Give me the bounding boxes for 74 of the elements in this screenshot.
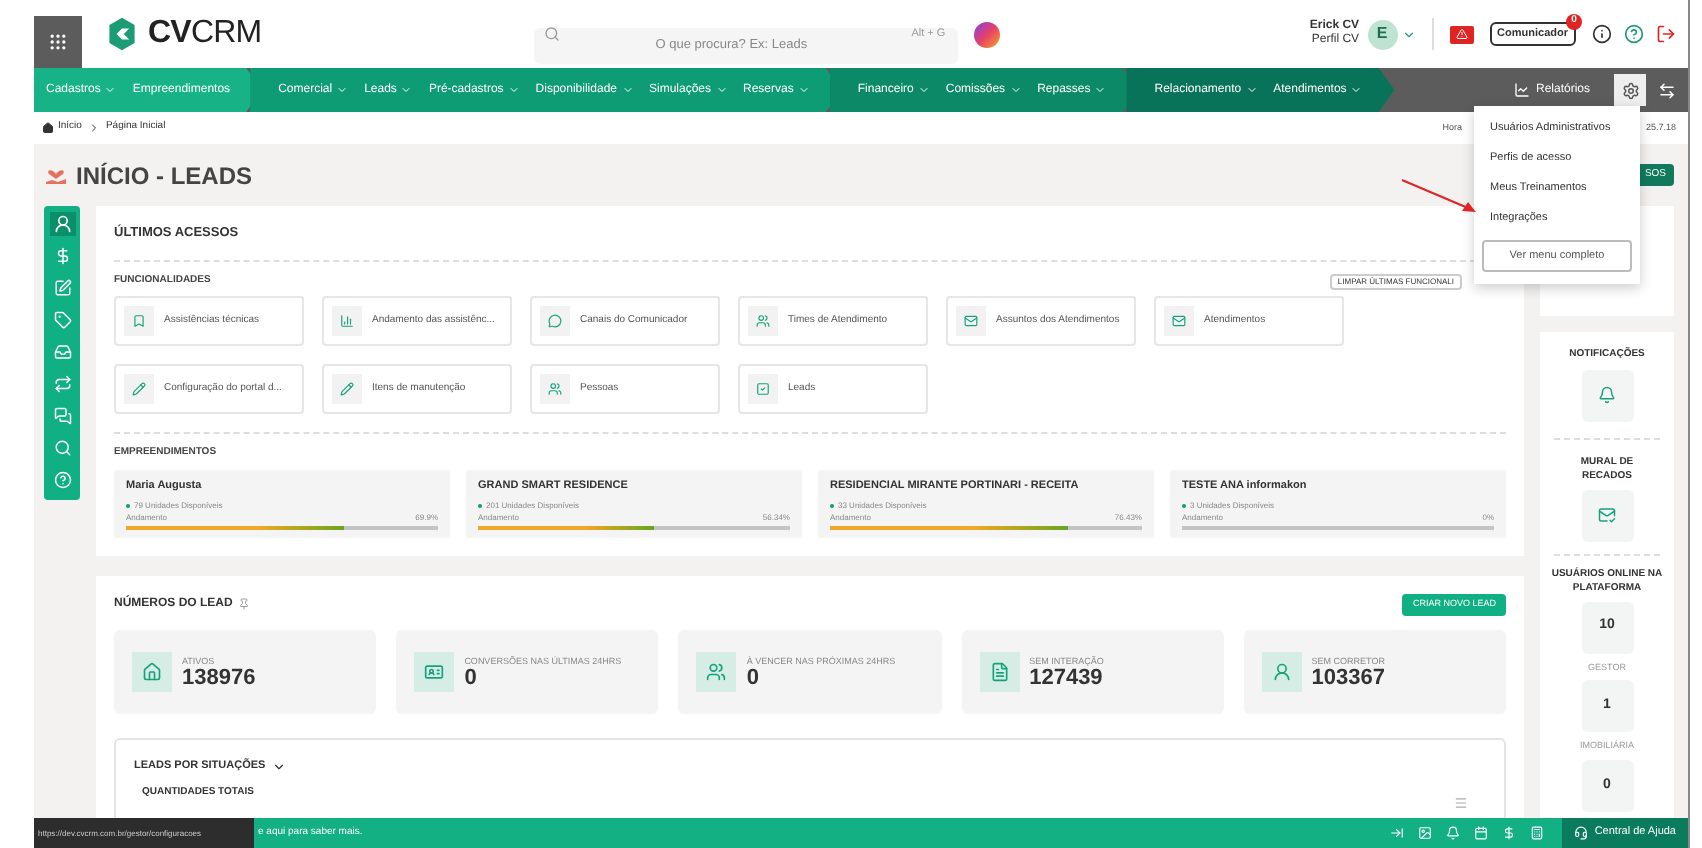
bell-icon[interactable] xyxy=(1446,826,1461,840)
pin-icon[interactable] xyxy=(238,598,251,610)
dollar-icon[interactable] xyxy=(53,244,71,268)
pencil-icon xyxy=(340,381,354,396)
swap-icon[interactable] xyxy=(53,372,71,396)
grid-icon xyxy=(48,32,68,52)
stat-value: 0 xyxy=(746,665,762,689)
people-icon xyxy=(756,313,770,328)
chevron-down-icon xyxy=(507,84,520,96)
chevron-down-icon xyxy=(1350,84,1363,96)
image-icon[interactable] xyxy=(1418,826,1433,840)
stat-value: 127439 xyxy=(1029,665,1103,689)
chevron-down-icon xyxy=(1009,84,1022,96)
arrow-to-line-icon[interactable] xyxy=(1390,826,1405,840)
dollar-icon[interactable] xyxy=(1502,826,1517,840)
calendar-icon[interactable] xyxy=(1474,826,1489,840)
people-icon xyxy=(706,662,727,682)
chat-icon[interactable] xyxy=(53,404,71,428)
chevron-down-icon xyxy=(917,84,930,96)
inbox-icon[interactable] xyxy=(53,340,71,364)
chevron-down-icon[interactable] xyxy=(271,759,286,774)
chevron-down-icon xyxy=(104,84,117,96)
logo-icon xyxy=(104,16,140,52)
chevron-right-icon xyxy=(87,122,100,134)
home-icon xyxy=(42,122,54,134)
chevron-down-icon xyxy=(336,84,349,96)
annotation-arrow xyxy=(1400,178,1478,216)
chevron-down-icon xyxy=(1094,84,1107,96)
chevron-down-icon xyxy=(1245,84,1258,96)
info-icon[interactable] xyxy=(1592,24,1612,44)
calculator-icon[interactable] xyxy=(1530,826,1545,840)
warning-icon xyxy=(1455,28,1468,40)
orb-icon xyxy=(973,21,1000,47)
logo-text: CVCRM xyxy=(148,14,262,54)
line-chart-icon xyxy=(1513,82,1530,98)
document-icon xyxy=(989,662,1010,682)
house-icon xyxy=(142,662,162,682)
user-icon xyxy=(1271,662,1292,682)
page-title: INÍCIO - LEADS xyxy=(76,159,253,193)
settings-button[interactable] xyxy=(1614,74,1646,106)
notifications-button[interactable] xyxy=(1581,369,1633,421)
id-card-icon xyxy=(424,662,445,682)
search-icon xyxy=(543,26,560,42)
bar-chart-icon xyxy=(340,313,354,328)
apps-grid-button[interactable] xyxy=(34,16,82,68)
pencil-icon xyxy=(132,381,146,396)
user-avatar[interactable]: E xyxy=(1367,19,1398,49)
headset-icon xyxy=(1574,826,1589,840)
swap-icon[interactable] xyxy=(1658,81,1676,99)
alert-button[interactable] xyxy=(1449,25,1474,43)
menu-icon[interactable] xyxy=(1454,796,1468,810)
stat-value: 138976 xyxy=(182,665,258,689)
message-board-button[interactable] xyxy=(1581,489,1633,541)
chevron-down-icon xyxy=(797,84,810,96)
envelope-icon xyxy=(964,313,978,328)
people-icon xyxy=(548,381,562,396)
bell-icon xyxy=(1598,386,1616,404)
chevron-down-icon xyxy=(400,84,413,96)
edit-icon[interactable] xyxy=(53,276,71,300)
bookmark-icon xyxy=(132,313,146,328)
chevron-down-icon xyxy=(621,84,633,96)
user-icon[interactable] xyxy=(49,212,75,236)
search-icon[interactable] xyxy=(53,436,71,460)
checkbox-icon xyxy=(756,381,770,396)
stat-value: 103367 xyxy=(1311,665,1388,689)
settings-icon xyxy=(1621,81,1639,99)
logout-icon[interactable] xyxy=(1656,24,1676,44)
chat-bubble-icon xyxy=(548,313,562,328)
tag-icon[interactable] xyxy=(53,308,71,332)
envelope-icon xyxy=(1172,313,1186,328)
mail-icon xyxy=(1598,506,1616,524)
chevron-down-icon xyxy=(715,84,728,96)
help-icon[interactable] xyxy=(1624,24,1644,44)
stat-value: 0 xyxy=(464,665,479,689)
